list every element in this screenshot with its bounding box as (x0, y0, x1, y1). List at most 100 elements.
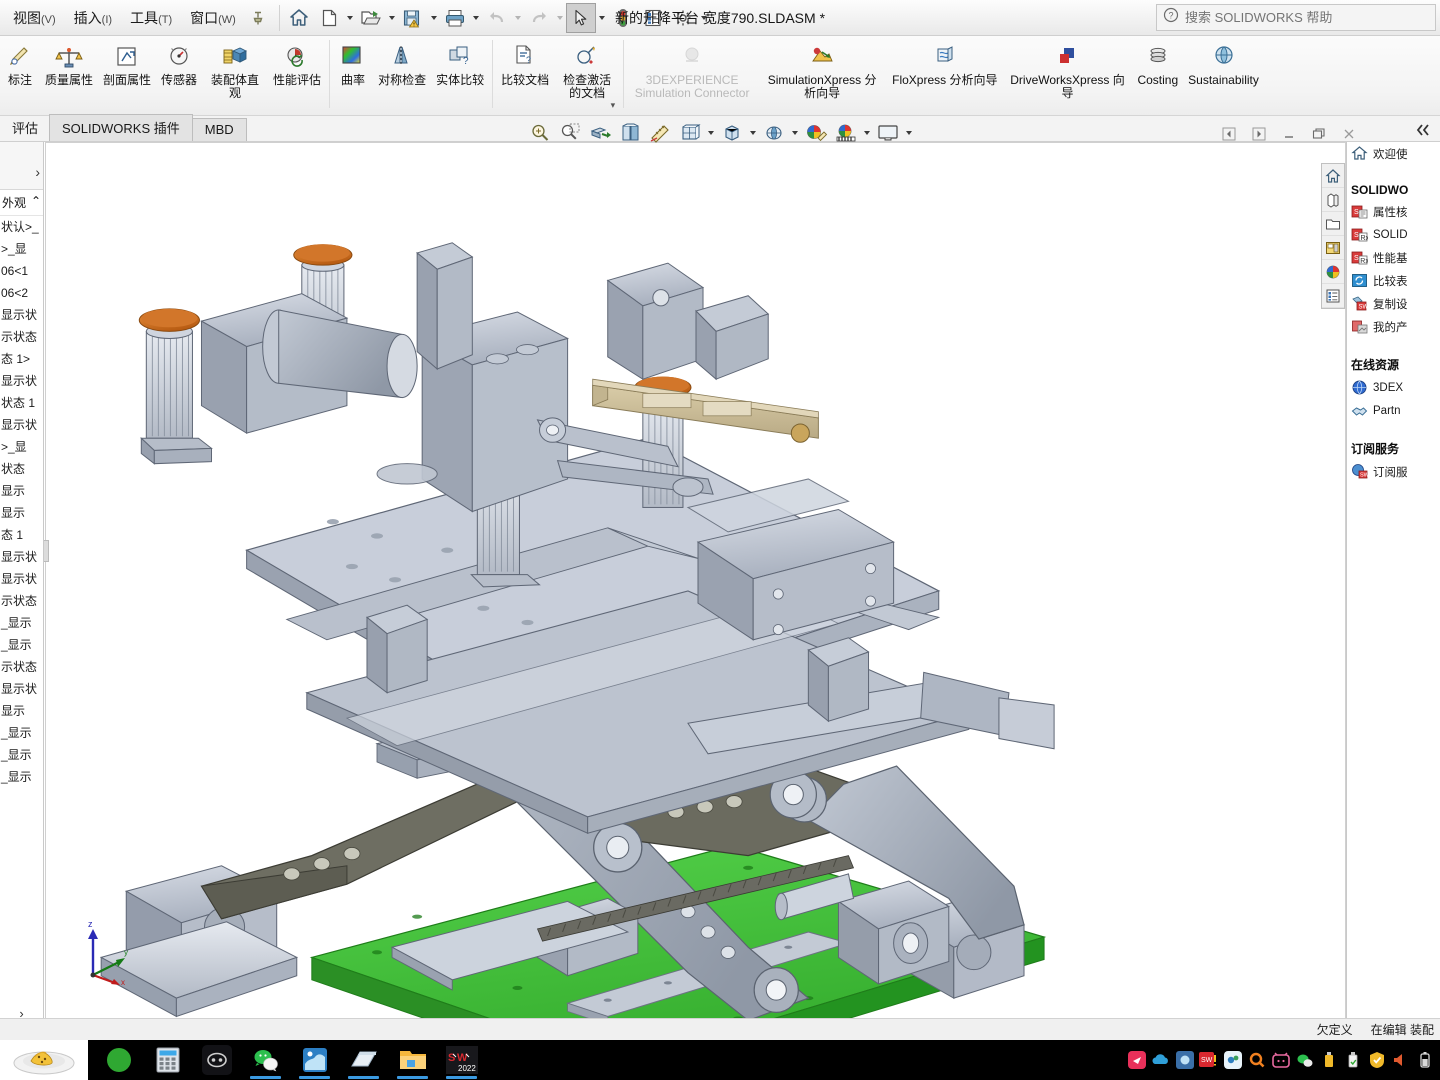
ribbon-curvature[interactable]: 曲率 (333, 40, 373, 88)
ribbon-check-active-document[interactable]: 检查激活的文档 ▾ (554, 40, 620, 114)
feature-tree-row[interactable]: 显示状 (0, 568, 43, 590)
ribbon-markup[interactable]: 标注 (0, 40, 40, 88)
open-caret[interactable] (386, 3, 398, 33)
feature-tree-row[interactable]: 示状态 (0, 656, 43, 678)
link-3dexperience[interactable]: 3DEX (1347, 376, 1440, 399)
taskbar-calculator[interactable] (143, 1040, 192, 1080)
collapse-chevron-icon[interactable]: ⌃ (31, 194, 41, 211)
ribbon-simulationxpress-wizard[interactable]: SimulationXpress 分析向导 (757, 40, 887, 101)
ribbon-mass-properties[interactable]: 质量属性 (40, 40, 98, 88)
ribbon-costing[interactable]: Costing (1132, 40, 1183, 88)
start-plate-icon[interactable] (0, 1040, 88, 1080)
zoom-to-area-button[interactable] (555, 118, 585, 148)
tab-evaluate[interactable]: 评估 (0, 115, 50, 141)
save-caret[interactable] (428, 3, 440, 33)
tray-bilibili[interactable] (1270, 1049, 1292, 1071)
feature-tree-row[interactable]: 示状态 (0, 326, 43, 348)
undo-button[interactable] (482, 3, 512, 33)
feature-tree-row[interactable]: _显示 (0, 744, 43, 766)
render-tools-caret[interactable] (861, 118, 873, 148)
rebuild-button[interactable] (608, 3, 638, 33)
tray-settings-sync[interactable] (1222, 1049, 1244, 1071)
tray-solidworks-alert[interactable]: SW (1198, 1049, 1220, 1071)
pin-icon[interactable] (249, 9, 267, 27)
new-document-button[interactable] (314, 3, 344, 33)
options-caret[interactable] (698, 3, 710, 33)
ribbon-sustainability[interactable]: Sustainability (1183, 40, 1264, 88)
tray-onedrive[interactable] (1150, 1049, 1172, 1071)
feature-tree-row[interactable]: _显示 (0, 722, 43, 744)
task-custom-properties-button[interactable] (1322, 284, 1344, 308)
ribbon-performance-evaluation[interactable]: 性能评估 (268, 40, 326, 88)
tray-usb-drive[interactable] (1318, 1049, 1340, 1071)
feature-tree-row[interactable]: 显示状 (0, 678, 43, 700)
hide-show-items-button[interactable] (717, 118, 747, 148)
feature-tree-row[interactable]: 06<1 (0, 260, 43, 282)
section-view-button[interactable] (585, 118, 615, 148)
feature-tree-row[interactable]: >_显 (0, 238, 43, 260)
task-home-button[interactable] (1322, 164, 1344, 188)
taskbar-wechat[interactable] (241, 1040, 290, 1080)
viewport-caret[interactable] (903, 118, 915, 148)
minimize-document-button[interactable] (1276, 122, 1302, 146)
tray-search[interactable] (1246, 1049, 1268, 1071)
home-button[interactable] (284, 3, 314, 33)
taskbar-file-explorer[interactable] (388, 1040, 437, 1080)
feature-tree-row[interactable]: 显示状 (0, 370, 43, 392)
tool-my-products[interactable]: 我的产 (1347, 315, 1440, 338)
taskbar-media-app[interactable] (290, 1040, 339, 1080)
task-design-library-button[interactable] (1322, 188, 1344, 212)
display-style-caret[interactable] (705, 118, 717, 148)
display-style-button[interactable] (675, 118, 705, 148)
collapse-panel-icon[interactable] (1410, 118, 1436, 142)
search-input[interactable] (1185, 10, 1429, 25)
feature-tree-row[interactable]: 显示状 (0, 546, 43, 568)
feature-tree-row[interactable]: 显示状 (0, 414, 43, 436)
redo-caret[interactable] (554, 3, 566, 33)
render-tools-button[interactable] (831, 118, 861, 148)
tray-volume[interactable] (1390, 1049, 1412, 1071)
feature-tree-row[interactable]: 态 1> (0, 348, 43, 370)
tool-solidworks-rx[interactable]: SRx SOLID (1347, 223, 1440, 246)
taskbar-360-browser[interactable] (94, 1040, 143, 1080)
feature-tree-row[interactable]: 状态 (0, 458, 43, 480)
task-appearances-button[interactable] (1322, 260, 1344, 284)
ribbon-driveworksxpress-wizard[interactable]: DriveWorksXpress 向导 (1002, 40, 1132, 101)
ribbon-geometry-compare[interactable]: ? 实体比较 (431, 40, 489, 88)
apply-scene-caret[interactable] (789, 118, 801, 148)
feature-tree-row[interactable]: 显示状 (0, 304, 43, 326)
tab-mbd[interactable]: MBD (191, 118, 247, 141)
hide-show-caret[interactable] (747, 118, 759, 148)
menu-insert[interactable]: 插入(I) (65, 5, 121, 31)
tray-red-app[interactable] (1126, 1049, 1148, 1071)
options-button[interactable] (668, 3, 698, 33)
file-properties-button[interactable] (638, 3, 668, 33)
tray-wechat[interactable] (1294, 1049, 1316, 1071)
ribbon-symmetry-check[interactable]: 对称检查 (373, 40, 431, 88)
link-partner-solutions[interactable]: Partn (1347, 399, 1440, 422)
tray-security-shield[interactable] (1366, 1049, 1388, 1071)
feature-tree-row[interactable]: >_显 (0, 436, 43, 458)
ribbon-floxpress-wizard[interactable]: FloXpress 分析向导 (887, 40, 1002, 88)
feature-tree-row[interactable]: _显示 (0, 766, 43, 788)
select-button[interactable] (565, 2, 596, 33)
feature-tree-row[interactable]: 状态 1 (0, 392, 43, 414)
tool-compare[interactable]: 比较表 (1347, 269, 1440, 292)
print-button[interactable] (440, 3, 470, 33)
measure-button[interactable] (645, 118, 675, 148)
ribbon-check-active-more-icon[interactable]: ▾ (611, 100, 616, 111)
view-orientation-button[interactable] (615, 118, 645, 148)
tray-blue-tool[interactable] (1174, 1049, 1196, 1071)
ribbon-sensor[interactable]: 传感器 (156, 40, 202, 88)
new-document-caret[interactable] (344, 3, 356, 33)
task-file-explorer-button[interactable] (1322, 212, 1344, 236)
ribbon-compare-documents[interactable]: ? 比较文档 (496, 40, 554, 88)
graphics-area[interactable]: z y x (45, 142, 1346, 1048)
zoom-to-fit-button[interactable] (525, 118, 555, 148)
redo-button[interactable] (524, 3, 554, 33)
taskbar-notes[interactable] (339, 1040, 388, 1080)
open-button[interactable] (356, 3, 386, 33)
viewport-button[interactable] (873, 118, 903, 148)
close-document-button[interactable] (1336, 122, 1362, 146)
tool-property-tab-builder[interactable]: S 属性核 (1347, 200, 1440, 223)
